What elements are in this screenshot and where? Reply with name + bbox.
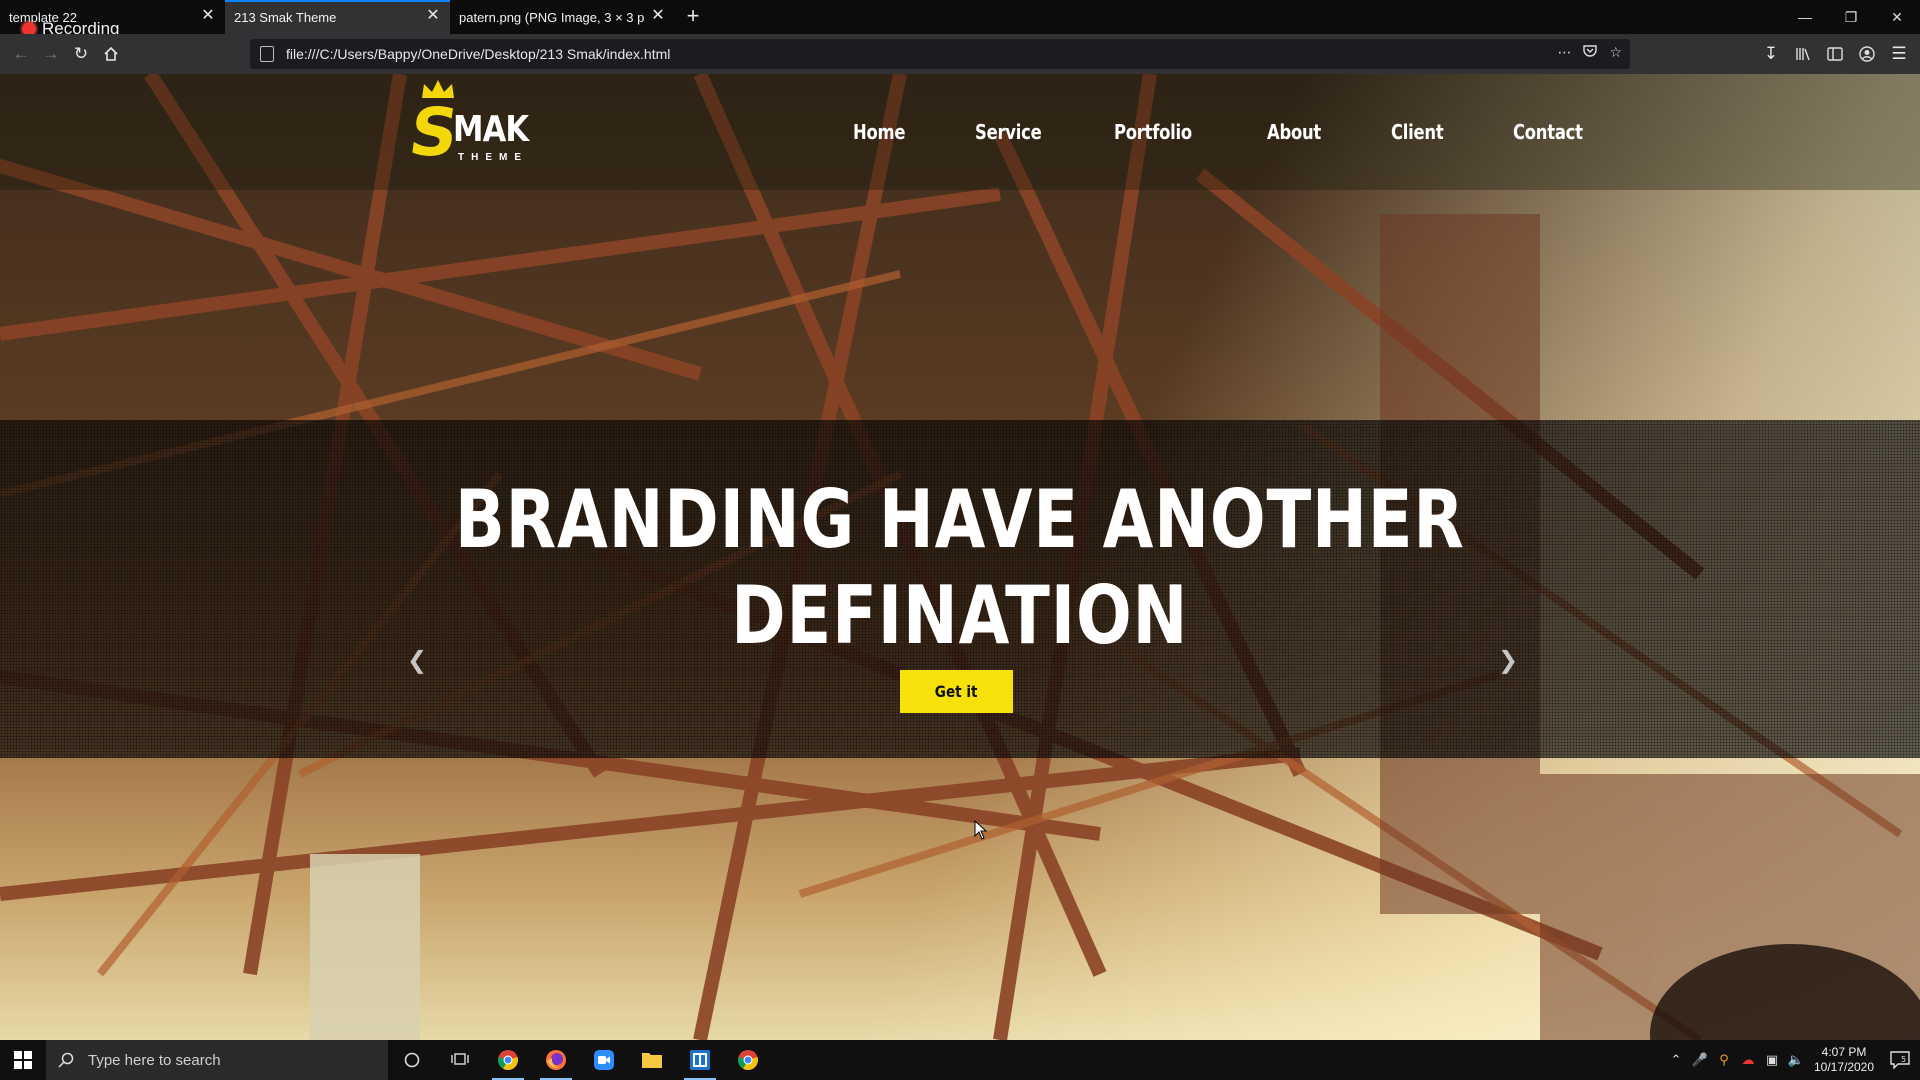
chrome-icon[interactable] xyxy=(484,1040,532,1080)
tab-title: patern.png (PNG Image, 3 × 3 pixels) xyxy=(459,9,645,25)
tab-close-icon[interactable]: ✕ xyxy=(200,8,216,24)
browser-toolbar: ← → ↻ file:///C:/Users/Bappy/OneDrive/De… xyxy=(0,34,1920,74)
zoom-icon[interactable] xyxy=(580,1040,628,1080)
cortana-circle-icon[interactable] xyxy=(388,1040,436,1080)
logo-word: MAK xyxy=(453,109,529,150)
onedrive-error-icon[interactable]: ☁ xyxy=(1736,1052,1760,1068)
tab-smak-theme[interactable]: 213 Smak Theme ✕ xyxy=(225,0,450,34)
account-icon[interactable] xyxy=(1852,39,1882,69)
downloads-icon[interactable]: ↧ xyxy=(1756,39,1786,69)
file-explorer-icon[interactable] xyxy=(628,1040,676,1080)
editor-app-icon[interactable] xyxy=(676,1040,724,1080)
windows-start-icon[interactable] xyxy=(0,1040,46,1080)
menu-item-client[interactable]: Client xyxy=(1391,120,1444,144)
clock-date: 10/17/2020 xyxy=(1813,1060,1875,1074)
back-arrow-icon[interactable]: ← xyxy=(6,39,36,69)
site-header: S MAK THEME Home Service Portfolio About… xyxy=(0,74,1920,190)
slider-prev-chevron-icon[interactable]: ❮ xyxy=(407,646,427,675)
slider-next-chevron-icon[interactable]: ❯ xyxy=(1498,646,1518,675)
sidebar-icon[interactable] xyxy=(1820,39,1850,69)
close-window-icon[interactable]: ✕ xyxy=(1874,0,1920,34)
hero-heading-line-2: DEFINATION xyxy=(731,569,1189,662)
hamburger-menu-icon[interactable]: ☰ xyxy=(1884,39,1914,69)
clock-time: 4:07 PM xyxy=(1821,1045,1867,1059)
address-bar[interactable]: file:///C:/Users/Bappy/OneDrive/Desktop/… xyxy=(250,39,1630,69)
browser-tab-strip: template 22 ✕ 213 Smak Theme ✕ patern.pn… xyxy=(0,0,1920,38)
get-it-label: Get it xyxy=(935,682,978,701)
window-controls: — ❐ ✕ xyxy=(1782,0,1920,34)
smak-logo[interactable]: S MAK THEME xyxy=(405,78,538,174)
restore-icon[interactable]: ❐ xyxy=(1828,0,1874,34)
notification-center-icon[interactable]: 5 xyxy=(1880,1040,1920,1080)
more-actions-icon[interactable]: ⋯ xyxy=(1557,44,1571,61)
minimize-icon[interactable]: — xyxy=(1782,0,1828,34)
menu-item-home[interactable]: Home xyxy=(853,120,905,144)
get-it-button[interactable]: Get it xyxy=(900,670,1013,713)
menu-item-about[interactable]: About xyxy=(1267,120,1321,144)
logo-subtitle: THEME xyxy=(458,152,528,163)
microphone-icon[interactable]: 🎤 xyxy=(1688,1052,1712,1068)
system-tray: ⌃ 🎤 ⚲ ☁ ▣ 🔈 4:07 PM 10/17/2020 5 xyxy=(1664,1040,1920,1080)
show-hidden-icons-chevron-icon[interactable]: ⌃ xyxy=(1664,1052,1688,1068)
new-tab-plus-icon[interactable]: + xyxy=(675,0,711,34)
reload-icon[interactable]: ↻ xyxy=(66,39,96,69)
url-text: file:///C:/Users/Bappy/OneDrive/Desktop/… xyxy=(286,46,671,62)
main-menu: Home Service Portfolio About Client Cont… xyxy=(853,120,1656,144)
volume-icon[interactable]: 🔈 xyxy=(1784,1052,1808,1068)
pocket-icon[interactable] xyxy=(1583,44,1598,61)
hero-heading: BRANDING HAVE ANOTHER DEFINATION xyxy=(0,472,1920,664)
search-tray-icon[interactable]: ⚲ xyxy=(1712,1052,1736,1068)
search-icon xyxy=(58,1052,74,1068)
web-page: S MAK THEME Home Service Portfolio About… xyxy=(0,74,1920,1040)
tab-close-icon[interactable]: ✕ xyxy=(650,8,666,24)
bookmark-star-icon[interactable]: ☆ xyxy=(1609,44,1622,61)
search-placeholder: Type here to search xyxy=(88,1051,221,1069)
clock[interactable]: 4:07 PM 10/17/2020 xyxy=(1808,1045,1880,1075)
menu-item-service[interactable]: Service xyxy=(975,120,1042,144)
taskbar-search-box[interactable]: Type here to search xyxy=(46,1040,388,1080)
library-icon[interactable] xyxy=(1788,39,1818,69)
mouse-cursor-icon xyxy=(974,820,988,840)
forward-arrow-icon[interactable]: → xyxy=(36,39,66,69)
firefox-icon[interactable] xyxy=(532,1040,580,1080)
network-icon[interactable]: ▣ xyxy=(1760,1052,1784,1068)
tab-title: 213 Smak Theme xyxy=(234,9,337,25)
menu-item-contact[interactable]: Contact xyxy=(1513,120,1583,144)
chrome-second-icon[interactable] xyxy=(724,1040,772,1080)
home-icon[interactable] xyxy=(96,39,126,69)
menu-item-portfolio[interactable]: Portfolio xyxy=(1114,120,1192,144)
tab-close-icon[interactable]: ✕ xyxy=(425,8,441,24)
page-icon xyxy=(260,46,274,62)
windows-taskbar: Type here to search ⌃ 🎤 ⚲ ☁ ▣ 🔈 4:07 PM … xyxy=(0,1040,1920,1080)
tab-patern-png[interactable]: patern.png (PNG Image, 3 × 3 pixels) ✕ xyxy=(450,0,675,34)
notification-count: 5 xyxy=(1901,1055,1906,1064)
hero-heading-line-1: BRANDING HAVE ANOTHER xyxy=(455,473,1465,566)
task-view-icon[interactable] xyxy=(436,1040,484,1080)
